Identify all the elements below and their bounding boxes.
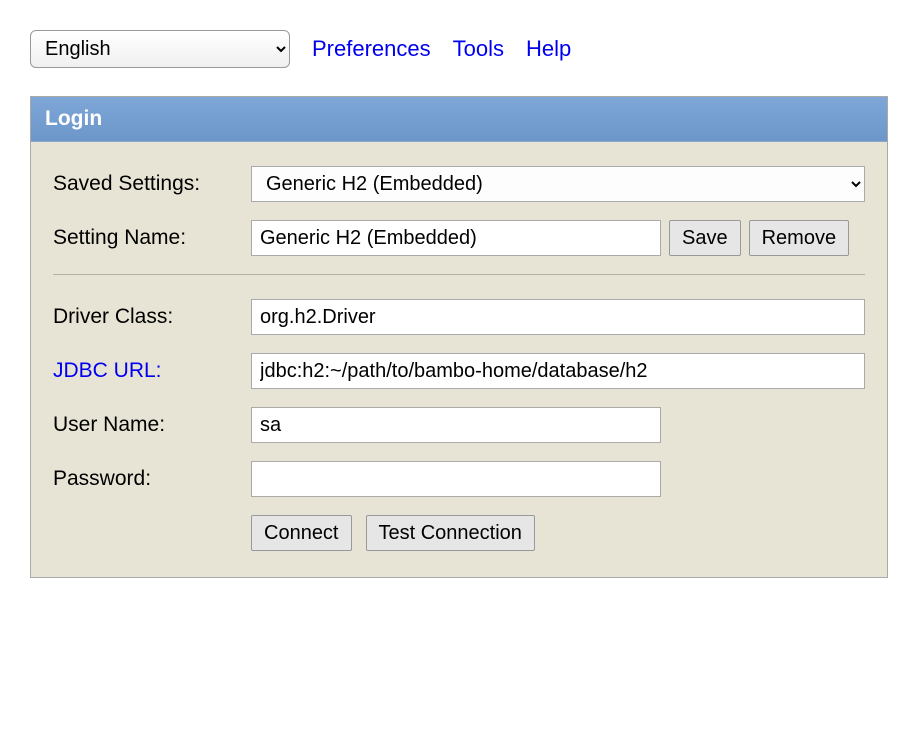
row-password: Password: bbox=[53, 461, 865, 497]
connect-button[interactable]: Connect bbox=[251, 515, 352, 551]
label-jdbc-url[interactable]: JDBC URL: bbox=[53, 359, 243, 383]
panel-body: Saved Settings: Generic H2 (Embedded) Se… bbox=[31, 142, 887, 577]
row-saved-settings: Saved Settings: Generic H2 (Embedded) bbox=[53, 166, 865, 202]
button-row: Connect Test Connection bbox=[251, 515, 865, 551]
remove-button[interactable]: Remove bbox=[749, 220, 849, 256]
label-setting-name: Setting Name: bbox=[53, 226, 243, 250]
jdbc-url-input[interactable] bbox=[251, 353, 865, 389]
row-driver-class: Driver Class: bbox=[53, 299, 865, 335]
language-select[interactable]: English bbox=[30, 30, 290, 68]
test-connection-button[interactable]: Test Connection bbox=[366, 515, 535, 551]
row-setting-name: Setting Name: Save Remove bbox=[53, 220, 865, 256]
driver-class-input[interactable] bbox=[251, 299, 865, 335]
password-input[interactable] bbox=[251, 461, 661, 497]
panel-title: Login bbox=[31, 97, 887, 142]
divider bbox=[53, 274, 865, 275]
saved-settings-select[interactable]: Generic H2 (Embedded) bbox=[251, 166, 865, 202]
save-button[interactable]: Save bbox=[669, 220, 741, 256]
label-driver-class: Driver Class: bbox=[53, 305, 243, 329]
row-jdbc-url: JDBC URL: bbox=[53, 353, 865, 389]
row-user-name: User Name: bbox=[53, 407, 865, 443]
preferences-link[interactable]: Preferences bbox=[312, 36, 431, 62]
label-password: Password: bbox=[53, 467, 243, 491]
help-link[interactable]: Help bbox=[526, 36, 571, 62]
login-panel: Login Saved Settings: Generic H2 (Embedd… bbox=[30, 96, 888, 578]
user-name-input[interactable] bbox=[251, 407, 661, 443]
top-bar: English Preferences Tools Help bbox=[30, 30, 890, 68]
setting-name-input[interactable] bbox=[251, 220, 661, 256]
label-user-name: User Name: bbox=[53, 413, 243, 437]
tools-link[interactable]: Tools bbox=[453, 36, 504, 62]
label-saved-settings: Saved Settings: bbox=[53, 172, 243, 196]
